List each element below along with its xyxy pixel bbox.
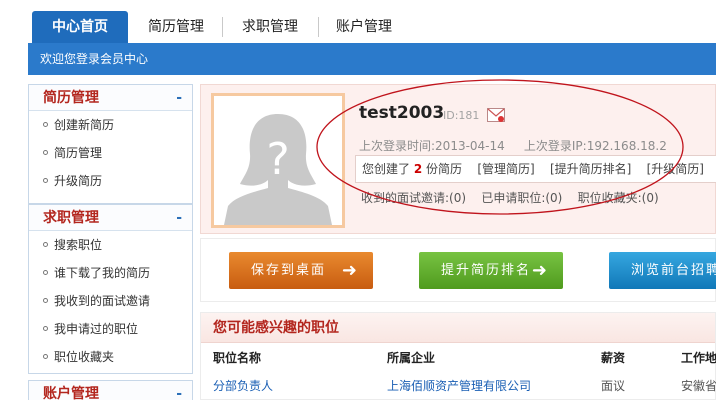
company-link[interactable]: 上海佰顺资产管理有限公司	[387, 377, 531, 394]
column-header: 工作地	[681, 351, 716, 365]
sidebar-heading-label: 简历管理	[43, 90, 99, 106]
sidebar-item-search-jobs[interactable]: 搜索职位	[29, 231, 192, 259]
sidebar-item-upgrade-resume[interactable]: 升级简历	[29, 167, 192, 195]
tab-account-management[interactable]: 账户管理	[322, 13, 406, 42]
svg-text:?: ?	[266, 134, 289, 185]
sidebar-item-label: 我收到的面试邀请	[54, 294, 151, 308]
save-to-desktop-button[interactable]: 保存到桌面 ➜	[229, 252, 373, 289]
column-header: 薪资	[601, 351, 626, 365]
sidebar-item-job-favorites[interactable]: 职位收藏夹	[29, 343, 192, 371]
sidebar-item-applied-jobs[interactable]: 我申请过的职位	[29, 315, 192, 343]
sidebar-item-create-resume[interactable]: 创建新简历	[29, 111, 192, 139]
mail-icon[interactable]	[487, 108, 505, 125]
bullet-icon	[43, 270, 48, 275]
last-login-time-label: 上次登录时间:	[359, 139, 436, 153]
sidebar-item-label: 创建新简历	[54, 118, 115, 132]
bullet-icon	[43, 150, 48, 155]
sidebar-heading-label: 账户管理	[43, 386, 99, 400]
sidebar-item-label: 谁下载了我的简历	[54, 266, 151, 280]
sidebar-item-who-downloaded[interactable]: 谁下载了我的简历	[29, 259, 192, 287]
button-label: 提升简历排名	[441, 263, 532, 278]
section-title: 您可能感兴趣的职位	[201, 313, 715, 343]
stat-label: 已申请职位:	[481, 191, 546, 205]
sidebar-item-label: 简历管理	[54, 146, 103, 160]
last-login-time: 2013-04-14	[435, 139, 505, 153]
promote-resume-link[interactable]: [提升简历排名]	[550, 162, 631, 176]
bullet-icon	[43, 178, 48, 183]
avatar: ?	[211, 93, 345, 228]
stat-value[interactable]: (0)	[545, 191, 562, 205]
arrow-right-icon: ➜	[531, 260, 549, 281]
upgrade-resume-link[interactable]: [升级简历]	[647, 162, 704, 176]
sidebar-item-label: 我申请过的职位	[54, 322, 139, 336]
sidebar-item-label: 职位收藏夹	[54, 350, 115, 364]
collapse-toggle[interactable]: -	[176, 205, 182, 231]
sidebar-heading: 求职管理 -	[29, 205, 192, 231]
tab-resume-management[interactable]: 简历管理	[134, 13, 218, 42]
last-login-ip-label: 上次登录IP:	[523, 139, 587, 153]
sidebar-account-box: 账户管理 -	[28, 380, 193, 400]
collapse-toggle[interactable]: -	[176, 85, 182, 111]
sidebar-heading: 账户管理 -	[29, 381, 192, 400]
sidebar-heading-label: 求职管理	[43, 210, 99, 226]
last-login-ip: 192.168.18.2	[586, 139, 667, 153]
created-suffix: 份简历	[426, 162, 463, 176]
member-center-page: 中心首页 简历管理 求职管理 账户管理 欢迎您登录会员中心 简历管理 - 创建新…	[0, 0, 716, 400]
welcome-bar: 欢迎您登录会员中心	[28, 43, 716, 75]
user-id: ID:181	[443, 109, 480, 122]
work-location: 安徽省	[681, 379, 716, 393]
resume-summary: 您创建了 2 份简历 [管理简历] [提升简历排名] [升级简历]	[355, 155, 716, 183]
sidebar-item-label: 搜索职位	[54, 238, 103, 252]
bullet-icon	[43, 298, 48, 303]
activity-stats: 收到的面试邀请:(0) 已申请职位:(0) 职位收藏夹:(0)	[361, 189, 659, 207]
sidebar-item-label: 升级简历	[54, 174, 103, 188]
button-label: 浏览前台招聘	[631, 263, 716, 278]
collapse-toggle[interactable]: -	[176, 381, 182, 400]
action-bar: 保存到桌面 ➜ 提升简历排名 ➜ 浏览前台招聘	[200, 238, 716, 302]
sidebar-item-resume-management[interactable]: 简历管理	[29, 139, 192, 167]
tab-divider	[318, 17, 319, 37]
arrow-right-icon: ➜	[341, 260, 359, 281]
default-avatar-icon: ?	[214, 96, 342, 225]
column-header: 所属企业	[387, 351, 436, 365]
login-info: 上次登录时间:2013-04-14 上次登录IP:192.168.18.2	[359, 137, 667, 154]
job-title-link[interactable]: 分部负责人	[213, 377, 273, 394]
bullet-icon	[43, 122, 48, 127]
column-header: 职位名称	[213, 351, 262, 365]
promote-resume-button[interactable]: 提升简历排名 ➜	[419, 252, 563, 289]
bullet-icon	[43, 326, 48, 331]
sidebar-heading: 简历管理 -	[29, 85, 192, 111]
resume-count: 2	[413, 162, 423, 176]
top-tab-bar: 中心首页 简历管理 求职管理 账户管理	[0, 0, 716, 43]
stat-label: 职位收藏夹:	[577, 191, 642, 205]
tab-job-management[interactable]: 求职管理	[228, 13, 312, 42]
created-prefix: 您创建了	[362, 162, 411, 176]
browse-jobs-button[interactable]: 浏览前台招聘	[609, 252, 716, 289]
manage-resume-link[interactable]: [管理简历]	[477, 162, 534, 176]
bullet-icon	[43, 242, 48, 247]
sidebar-resume-box: 简历管理 - 创建新简历 简历管理 升级简历	[28, 84, 193, 204]
stat-value[interactable]: (0)	[449, 191, 466, 205]
button-label: 保存到桌面	[251, 263, 327, 278]
stat-label: 收到的面试邀请:	[361, 191, 450, 205]
stat-value[interactable]: (0)	[642, 191, 659, 205]
sidebar-job-box: 求职管理 - 搜索职位 谁下载了我的简历 我收到的面试邀请 我申请过的职位 职位…	[28, 204, 193, 374]
username: test2003	[359, 103, 445, 123]
sidebar-item-interview-invitations[interactable]: 我收到的面试邀请	[29, 287, 192, 315]
recommended-jobs: 您可能感兴趣的职位 职位名称 所属企业 薪资 工作地 分部负责人 上海佰顺资产管…	[200, 312, 716, 400]
bullet-icon	[43, 354, 48, 359]
profile-panel: ? test2003 ID:181 上次登录时间:2013-04-14 上次登录…	[200, 84, 716, 234]
tab-divider	[222, 17, 223, 37]
salary: 面议	[601, 379, 626, 393]
tab-home[interactable]: 中心首页	[32, 11, 128, 43]
